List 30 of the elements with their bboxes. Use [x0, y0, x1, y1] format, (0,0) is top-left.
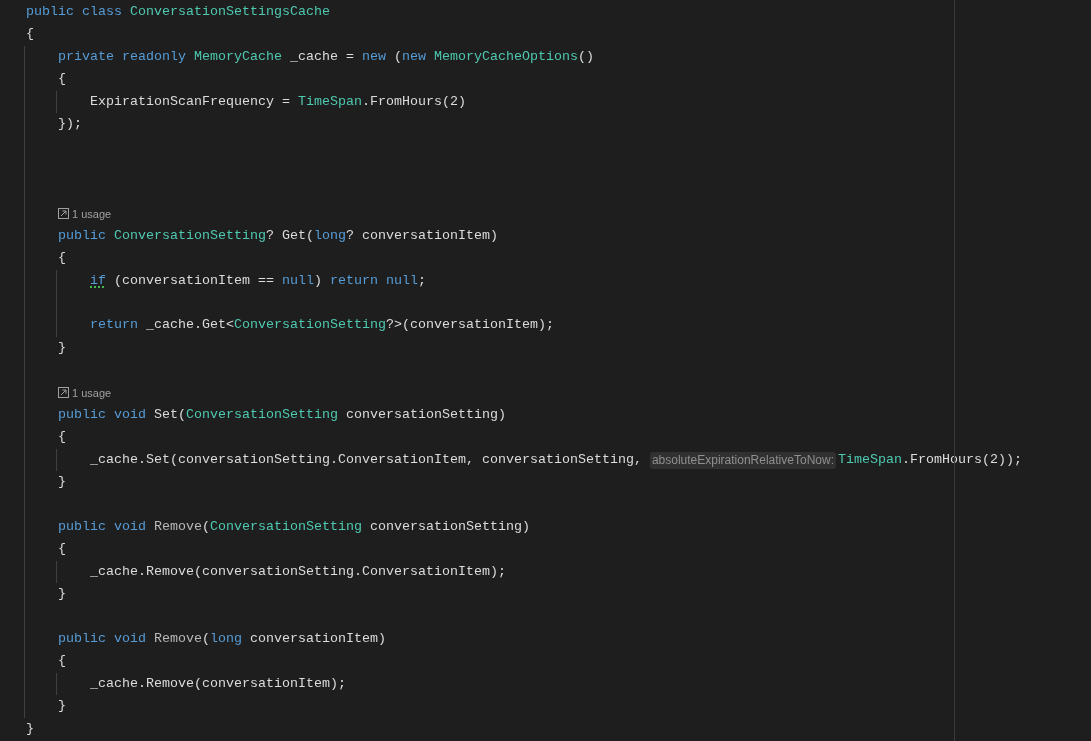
- usage-count-link[interactable]: 1 usage: [72, 381, 112, 405]
- code-text: private readonly MemoryCache _cache = new (new MemoryCacheOptions(): [58, 47, 594, 66]
- code-text: ExpirationScanFrequency = TimeSpan.FromHours(2): [90, 92, 466, 111]
- code-text: });: [58, 114, 82, 133]
- code-text: }: [58, 338, 66, 357]
- code-text: }: [58, 697, 66, 716]
- external-link-icon[interactable]: [58, 208, 69, 220]
- usage-count-link[interactable]: 1 usage: [72, 202, 112, 225]
- code-text: public ConversationSetting? Get(long? conversationItem): [58, 226, 498, 245]
- code-text: return _cache.Get<ConversationSetting?>(conversationItem);: [90, 316, 554, 335]
- code-text: }: [26, 719, 34, 738]
- external-link-icon[interactable]: [58, 387, 69, 399]
- code-text: {: [58, 249, 66, 268]
- code-text: {: [58, 70, 66, 89]
- code-text: public void Remove(long conversationItem): [58, 629, 386, 648]
- code-text: public void Set(ConversationSetting conversationSetting): [58, 406, 506, 425]
- code-text: public void Remove(ConversationSetting conversationSetting): [58, 518, 530, 536]
- code-text: _cache.Set(conversationSetting.ConversationItem, conversationSetting,: [90, 450, 643, 469]
- code-text: }: [58, 473, 66, 492]
- code-text: {: [26, 25, 34, 44]
- parameter-hint: absoluteExpirationRelativeToNow:: [649, 451, 836, 469]
- code-text: TimeSpan.FromHours(2));: [838, 450, 1022, 469]
- code-text: {: [58, 540, 66, 559]
- code-text: {: [58, 428, 66, 447]
- code-text: {: [58, 652, 66, 671]
- code-text: public class ConversationSettingsCache: [26, 3, 330, 21]
- code-text: _cache.Remove(conversationItem);: [90, 674, 346, 693]
- code-text: }: [58, 585, 66, 604]
- code-text: _cache.Remove(conversationSetting.ConversationItem);: [90, 562, 506, 581]
- code-text: if (conversationItem == null) return null;: [90, 271, 426, 290]
